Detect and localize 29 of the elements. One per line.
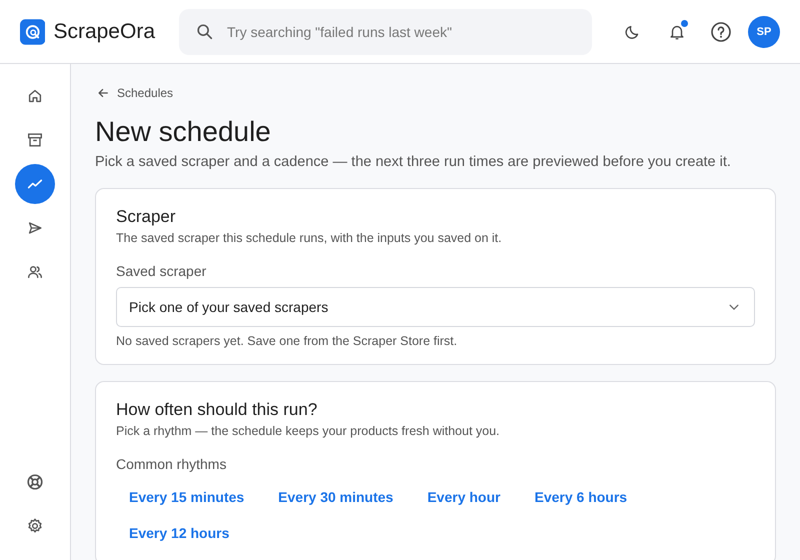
brand-name: ScrapeOra (53, 20, 155, 44)
rhythm-option[interactable]: Every 12 hours (116, 518, 242, 548)
users-icon (26, 263, 44, 281)
card-description: The saved scraper this schedule runs, with the inputs you saved on it. (116, 231, 503, 245)
help-icon (710, 20, 732, 42)
back-link[interactable]: Schedules (97, 86, 174, 100)
rhythm-option[interactable]: Every 6 hours (521, 482, 640, 512)
search-icon (196, 22, 214, 40)
archive-icon (26, 131, 44, 149)
group-label: Common rhythms (116, 456, 228, 472)
page-subtitle: Pick a saved scraper and a cadence — the next three run times are previewed before you create it. (95, 154, 732, 170)
field-label: Saved scraper (116, 263, 208, 279)
field-hint: No saved scrapers yet. Save one from the Scraper Store first. (116, 334, 458, 348)
scraper-select[interactable]: Pick one of your saved scrapers (116, 287, 755, 327)
settings-icon (26, 517, 44, 535)
back-arrow-icon (97, 87, 109, 99)
card-title: How often should this run? (116, 400, 318, 420)
search-field[interactable]: Try searching "failed runs last week" (179, 8, 592, 54)
rhythm-option[interactable]: Every 30 minutes (265, 482, 406, 512)
user-avatar[interactable]: SP (748, 16, 780, 48)
rhythm-option[interactable]: Every hour (414, 482, 514, 512)
home-icon (26, 87, 44, 105)
card-title: Scraper (116, 207, 177, 227)
page-title: New schedule (95, 116, 272, 148)
rhythm-option[interactable]: Every 15 minutes (116, 482, 258, 512)
lifebuoy-icon (26, 473, 44, 491)
logo-icon (20, 18, 46, 46)
card-description: Pick a rhythm — the schedule keeps your products fresh without you. (116, 424, 501, 438)
sidebar-item[interactable] (15, 164, 55, 204)
